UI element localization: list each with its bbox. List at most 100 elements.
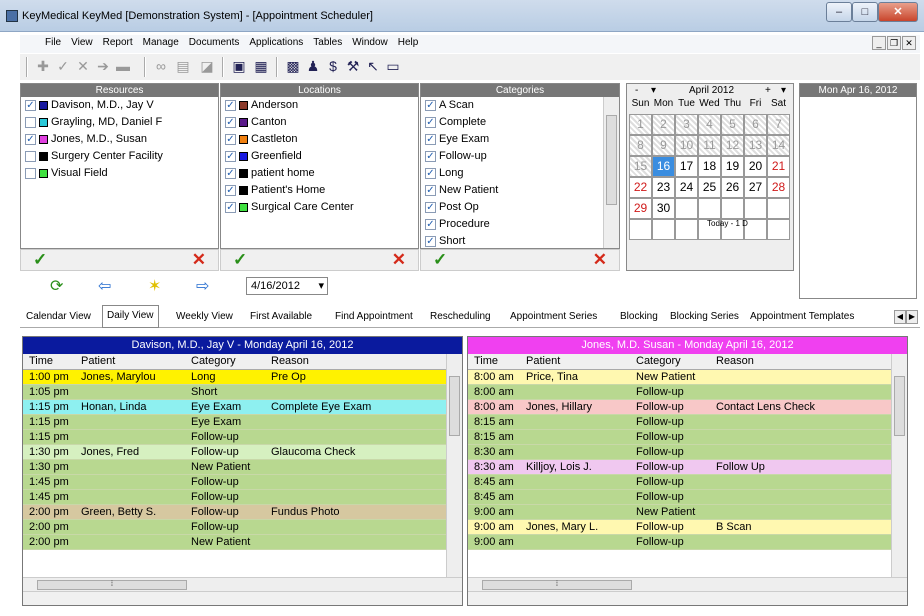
date-field[interactable]: 4/16/2012 ▾ xyxy=(246,277,328,295)
calendar-day[interactable]: 13 xyxy=(744,135,767,156)
forward-icon[interactable]: ➔ xyxy=(94,57,112,75)
menu-window[interactable]: Window xyxy=(347,35,393,50)
calendar-day[interactable]: 30 xyxy=(652,198,675,219)
category-item[interactable]: ✓ A Scan xyxy=(421,97,619,114)
tab-rescheduling[interactable]: Rescheduling xyxy=(426,307,495,327)
appointment-row[interactable]: 9:00 am Follow-up xyxy=(468,535,907,550)
tab-appointment-series[interactable]: Appointment Series xyxy=(506,307,601,327)
calendar-icon[interactable]: ▦ xyxy=(252,57,270,75)
clear-locations-icon[interactable]: ✕ xyxy=(392,250,406,270)
calendar-day[interactable]: 28 xyxy=(767,177,790,198)
tools-icon[interactable]: ⚒ xyxy=(344,57,362,75)
tab-appointment-templates[interactable]: Appointment Templates xyxy=(746,307,858,327)
appointment-row[interactable]: 1:00 pm Jones, Marylou Long Pre Op xyxy=(23,370,462,385)
calendar-day[interactable]: 11 xyxy=(698,135,721,156)
appointment-row[interactable]: 2:00 pm Follow-up xyxy=(23,520,462,535)
tab-find-appointment[interactable]: Find Appointment xyxy=(331,307,417,327)
menu-tables[interactable]: Tables xyxy=(308,35,347,50)
location-checkbox[interactable]: ✓ xyxy=(225,116,236,128)
column-header[interactable]: Time xyxy=(29,355,53,367)
location-checkbox[interactable]: ✓ xyxy=(225,99,236,111)
location-checkbox[interactable]: ✓ xyxy=(225,133,236,145)
schedule-icon[interactable]: ▣ xyxy=(230,57,248,75)
category-checkbox[interactable]: ✓ xyxy=(425,167,436,179)
calendar-day[interactable] xyxy=(652,219,675,240)
prev-day-icon[interactable]: ⇦ xyxy=(98,276,111,296)
calendar-day[interactable] xyxy=(767,219,790,240)
calendar-day[interactable] xyxy=(744,198,767,219)
category-checkbox[interactable]: ✓ xyxy=(425,218,436,230)
calendar-day[interactable]: 15 xyxy=(629,156,652,177)
category-item[interactable]: ✓ Post Op xyxy=(421,199,619,216)
menu-report[interactable]: Report xyxy=(98,35,138,50)
column-header[interactable]: Category xyxy=(636,355,681,367)
calendar-day[interactable]: 10 xyxy=(675,135,698,156)
calendar-day[interactable]: 26 xyxy=(721,177,744,198)
column-header[interactable]: Time xyxy=(474,355,498,367)
calendar-day[interactable]: 4 xyxy=(698,114,721,135)
appointment-row[interactable]: 8:15 am Follow-up xyxy=(468,415,907,430)
mdi-minimize-icon[interactable]: _ xyxy=(872,36,886,50)
tab-right-icon[interactable]: ▶ xyxy=(906,310,918,324)
window-menu-icon[interactable]: ▭ xyxy=(384,57,402,75)
maximize-button[interactable]: □ xyxy=(852,2,878,22)
schedule-vertical-scrollbar[interactable] xyxy=(446,354,462,577)
clear-resources-icon[interactable]: ✕ xyxy=(192,250,206,270)
calendar-day[interactable]: 20 xyxy=(744,156,767,177)
appointment-row[interactable]: 8:00 am Jones, Hillary Follow-up Contact Le… xyxy=(468,400,907,415)
tab-weekly-view[interactable]: Weekly View xyxy=(172,307,237,327)
resource-item[interactable]: Surgery Center Facility xyxy=(21,148,218,165)
calendar-day[interactable]: 25 xyxy=(698,177,721,198)
appointment-row[interactable]: 2:00 pm Green, Betty S. Follow-up Fundus Ph… xyxy=(23,505,462,520)
calendar-day[interactable] xyxy=(721,198,744,219)
categories-scrollbar[interactable] xyxy=(603,97,619,248)
category-item[interactable]: ✓ Complete xyxy=(421,114,619,131)
dollar-icon[interactable]: $ xyxy=(324,57,342,75)
location-item[interactable]: ✓ Anderson xyxy=(221,97,418,114)
grid-icon[interactable]: ▩ xyxy=(284,57,302,75)
calendar-day[interactable]: 1 xyxy=(629,114,652,135)
calendar-day[interactable]: 29 xyxy=(629,198,652,219)
calendar-day[interactable]: 18 xyxy=(698,156,721,177)
appointment-row[interactable]: 1:15 pm Eye Exam xyxy=(23,415,462,430)
tab-left-icon[interactable]: ◀ xyxy=(894,310,906,324)
clear-categories-icon[interactable]: ✕ xyxy=(593,250,607,270)
schedule-vertical-scrollbar[interactable] xyxy=(891,354,907,577)
mdi-restore-icon[interactable]: ❐ xyxy=(887,36,901,50)
appointment-row[interactable]: 8:00 am Follow-up xyxy=(468,385,907,400)
menu-documents[interactable]: Documents xyxy=(184,35,245,50)
appointment-row[interactable]: 1:30 pm Jones, Fred Follow-up Glaucoma Chec… xyxy=(23,445,462,460)
calendar-day[interactable] xyxy=(767,198,790,219)
location-item[interactable]: ✓ Patient's Home xyxy=(221,182,418,199)
location-item[interactable]: ✓ Surgical Care Center xyxy=(221,199,418,216)
appointment-row[interactable]: 9:00 am New Patient xyxy=(468,505,907,520)
calendar-day[interactable] xyxy=(698,198,721,219)
location-checkbox[interactable]: ✓ xyxy=(225,150,236,162)
category-item[interactable]: ✓ Procedure xyxy=(421,216,619,233)
refresh-icon[interactable]: ⟳ xyxy=(50,276,63,296)
location-item[interactable]: ✓ Canton xyxy=(221,114,418,131)
calendar-day[interactable]: 6 xyxy=(744,114,767,135)
appointment-row[interactable]: 2:00 pm New Patient xyxy=(23,535,462,550)
appointment-row[interactable]: 8:45 am Follow-up xyxy=(468,490,907,505)
menu-help[interactable]: Help xyxy=(393,35,424,50)
close-button[interactable]: ✕ xyxy=(878,2,918,22)
column-header[interactable]: Reason xyxy=(271,355,309,367)
add-icon[interactable]: ✚ xyxy=(34,57,52,75)
location-item[interactable]: ✓ Castleton xyxy=(221,131,418,148)
category-item[interactable]: ✓ Long xyxy=(421,165,619,182)
resource-checkbox[interactable]: ✓ xyxy=(25,133,36,145)
appointment-row[interactable]: 1:45 pm Follow-up xyxy=(23,475,462,490)
category-checkbox[interactable]: ✓ xyxy=(425,99,436,111)
appointment-row[interactable]: 8:30 am Killjoy, Lois J. Follow-up Follow U… xyxy=(468,460,907,475)
appointment-row[interactable]: 1:15 pm Follow-up xyxy=(23,430,462,445)
location-checkbox[interactable]: ✓ xyxy=(225,201,236,213)
menu-manage[interactable]: Manage xyxy=(138,35,184,50)
resource-checkbox[interactable]: ✓ xyxy=(25,99,36,111)
calendar-day[interactable]: 14 xyxy=(767,135,790,156)
appointment-row[interactable]: 1:30 pm New Patient xyxy=(23,460,462,475)
today-icon[interactable]: ✶ xyxy=(148,276,161,296)
select-all-categories-icon[interactable]: ✓ xyxy=(433,250,447,270)
calendar-day[interactable]: 24 xyxy=(675,177,698,198)
calendar-day[interactable]: 7 xyxy=(767,114,790,135)
